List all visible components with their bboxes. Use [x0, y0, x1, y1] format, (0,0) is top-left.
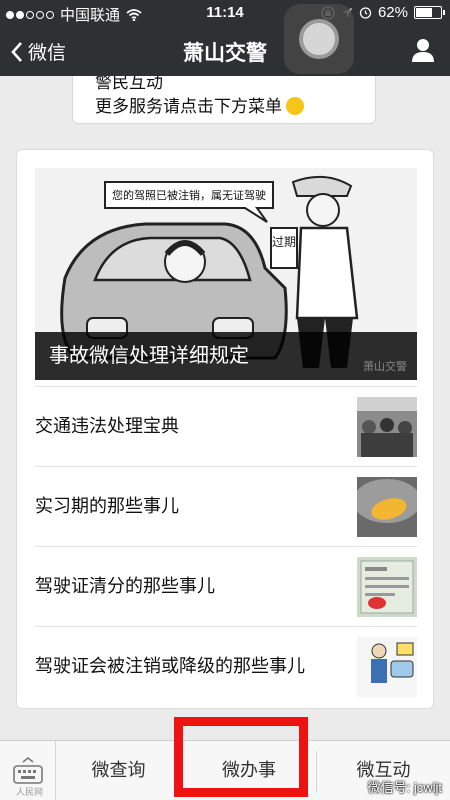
status-bar: 中国联通 11:14 62% [0, 0, 450, 26]
article-card: 过期 您的驾照已被注销，属无证驾驶 事故微信处理详细规定 萧山交警 交通违法处理… [16, 149, 434, 709]
article-thumbnail [357, 557, 417, 617]
article-title: 驾驶证清分的那些事儿 [35, 576, 215, 596]
cover-speech-text: 您的驾照已被注销，属无证驾驶 [112, 188, 266, 202]
message-line: 更多服务请点击下方菜单 [95, 92, 304, 117]
article-thumbnail [357, 637, 417, 697]
article-title: 驾驶证会被注销或降级的那些事儿 [35, 656, 305, 676]
person-icon [412, 39, 434, 62]
list-item[interactable]: 驾驶证会被注销或降级的那些事儿 [35, 626, 417, 706]
keyboard-icon [13, 757, 43, 784]
previous-message-bubble: 警民互动 更多服务请点击下方菜单 [72, 76, 376, 124]
article-thumbnail [357, 477, 417, 537]
menu-item-query[interactable]: 微查询 [56, 741, 181, 800]
cover-title: 事故微信处理详细规定 [35, 332, 417, 380]
cover-sign-text: 过期 [272, 235, 296, 249]
page-title: 萧山交警 [183, 42, 267, 65]
assistive-touch-button[interactable] [284, 4, 354, 74]
profile-button[interactable] [412, 38, 434, 67]
article-title: 交通违法处理宝典 [35, 416, 179, 436]
list-item[interactable]: 交通违法处理宝典 [35, 386, 417, 466]
nav-bar: 微信 萧山交警 [0, 26, 450, 76]
wechat-id-watermark: 微信号: jcwljt [367, 780, 442, 795]
cover-watermark: 萧山交警 [363, 361, 407, 373]
list-item[interactable]: 实习期的那些事儿 [35, 466, 417, 546]
battery-percent: 62% [377, 4, 408, 21]
list-item[interactable]: 驾驶证清分的那些事儿 [35, 546, 417, 626]
article-thumbnail [357, 397, 417, 457]
message-text: 更多服务请点击下方菜单 [95, 97, 282, 116]
message-line: 警民互动 [95, 76, 163, 92]
cover-article[interactable]: 过期 您的驾照已被注销，属无证驾驶 事故微信处理详细规定 萧山交警 [35, 168, 417, 380]
article-title: 实习期的那些事儿 [35, 496, 179, 516]
source-watermark: 人民网 [16, 787, 44, 797]
highlight-box [174, 717, 308, 797]
smiley-emoji-icon [286, 97, 304, 115]
battery-icon [414, 6, 445, 19]
alarm-icon [359, 7, 372, 19]
